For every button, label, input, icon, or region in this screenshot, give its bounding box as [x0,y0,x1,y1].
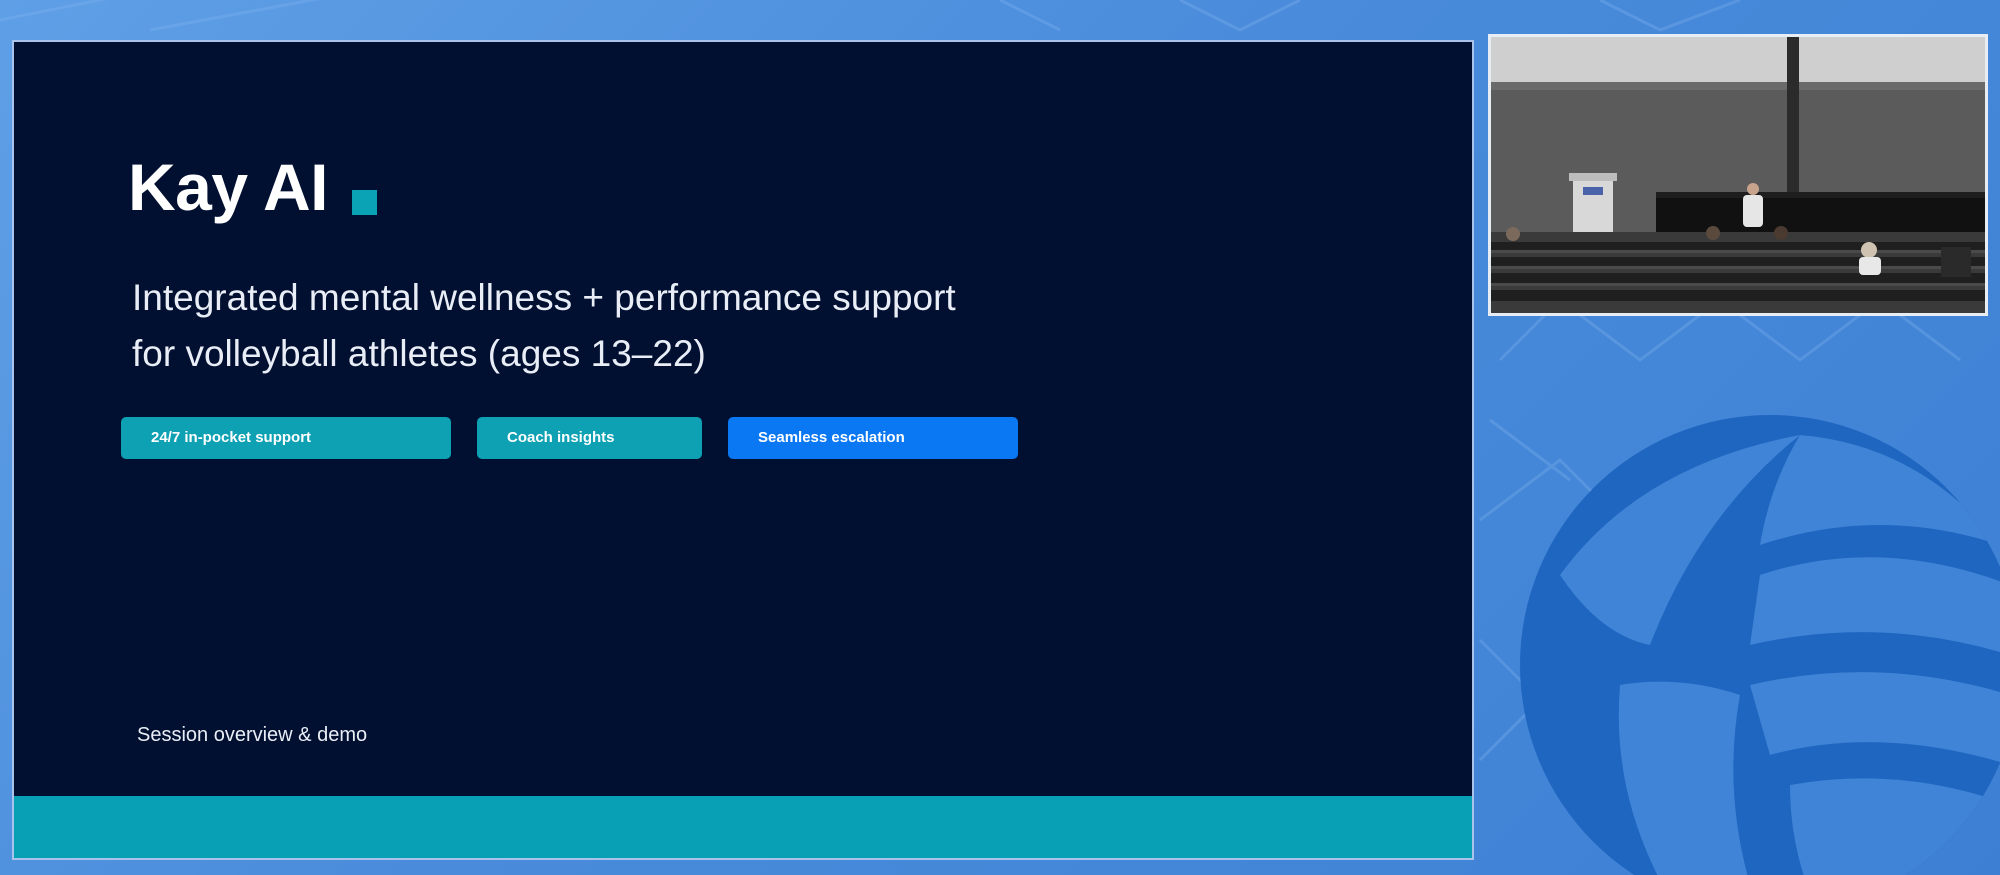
slide-title: Kay AI [128,150,328,224]
session-label: Session overview & demo [137,724,368,746]
conference-room-image [1491,37,1985,313]
pill-seamless-escalation: Seamless escalation [728,417,1018,459]
pill-coach-insights: Coach insights [477,417,702,459]
slide-subtitle: Integrated mental wellness + performance… [132,270,1132,382]
volleyball-logo-icon [1520,415,2000,875]
camera-feed [1488,34,1988,316]
title-accent-square [352,190,377,215]
presentation-slide: Kay AI Integrated mental wellness + perf… [12,40,1474,860]
subtitle-line-1: Integrated mental wellness + performance… [132,277,956,318]
subtitle-line-2: for volleyball athletes (ages 13–22) [132,333,706,374]
slide-bottom-bar [14,796,1472,858]
pill-in-pocket-support: 24/7 in-pocket support [121,417,451,459]
